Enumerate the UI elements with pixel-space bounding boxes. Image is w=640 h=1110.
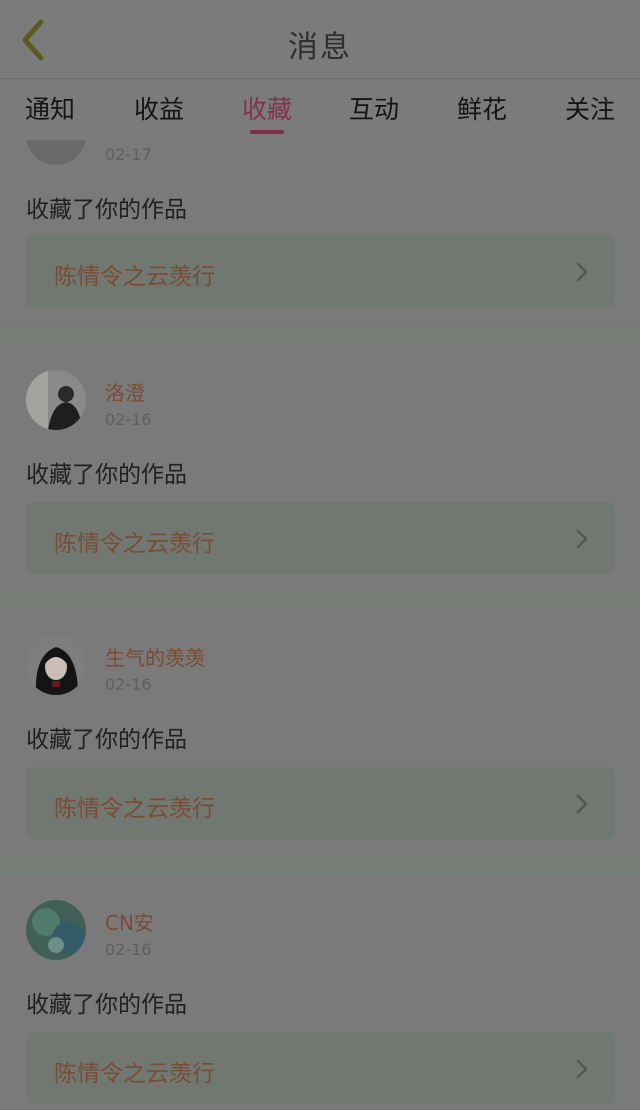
work-title: 陈情令之云羡行 [54,264,215,290]
work-link[interactable]: 陈情令之云羡行 [26,1032,615,1104]
avatar-landscape-icon [26,900,86,960]
chevron-right-icon [576,1059,588,1079]
work-link[interactable]: 陈情令之云羡行 [26,502,615,574]
date: 02-16 [105,940,152,959]
username[interactable]: 洛澄 [105,377,145,406]
date: 02-16 [105,410,152,429]
avatar[interactable] [26,370,86,430]
tab-earnings[interactable]: 收益 [119,90,199,126]
username[interactable]: CN安 [105,907,154,936]
action-text: 收藏了你的作品 [26,992,187,1018]
divider [0,325,640,345]
chevron-right-icon [576,529,588,549]
tab-bar: 通知 收益 收藏 互动 鲜花 关注 [0,80,640,140]
tab-interactions[interactable]: 互动 [334,90,414,126]
work-title: 陈情令之云羡行 [54,531,215,557]
work-title: 陈情令之云羡行 [54,796,215,822]
avatar[interactable] [26,140,86,165]
action-text: 收藏了你的作品 [26,462,187,488]
tab-notifications[interactable]: 通知 [10,90,90,126]
message-list[interactable]: 02-17 收藏了你的作品 陈情令之云羡行 洛澄 02-16 收藏了你的作品 陈… [0,140,640,1110]
tab-flowers[interactable]: 鲜花 [442,90,522,126]
list-item: CN安 02-16 收藏了你的作品 陈情令之云羡行 [0,875,640,1110]
tab-favorites[interactable]: 收藏 [227,90,307,126]
avatar[interactable] [26,900,86,960]
work-title: 陈情令之云羡行 [54,1061,215,1087]
avatar-anime-icon [26,635,86,695]
action-text: 收藏了你的作品 [26,727,187,753]
active-tab-indicator [250,130,284,134]
chevron-right-icon [576,794,588,814]
work-link[interactable]: 陈情令之云羡行 [26,235,615,307]
avatar-photo-icon [26,370,86,430]
tab-follows[interactable]: 关注 [550,90,630,126]
chevron-right-icon [576,262,588,282]
list-item: 洛澄 02-16 收藏了你的作品 陈情令之云羡行 [0,345,640,590]
avatar[interactable] [26,635,86,695]
date: 02-16 [105,675,152,694]
divider [0,590,640,610]
username[interactable]: 生气的羡羡 [105,642,205,671]
top-bar: 消息 [0,0,640,79]
list-item: 生气的羡羡 02-16 收藏了你的作品 陈情令之云羡行 [0,610,640,855]
date: 02-17 [105,145,152,164]
work-link[interactable]: 陈情令之云羡行 [26,767,615,839]
action-text: 收藏了你的作品 [26,197,187,223]
list-item: 02-17 收藏了你的作品 陈情令之云羡行 [0,140,640,320]
divider [0,855,640,875]
page-title: 消息 [288,30,352,65]
